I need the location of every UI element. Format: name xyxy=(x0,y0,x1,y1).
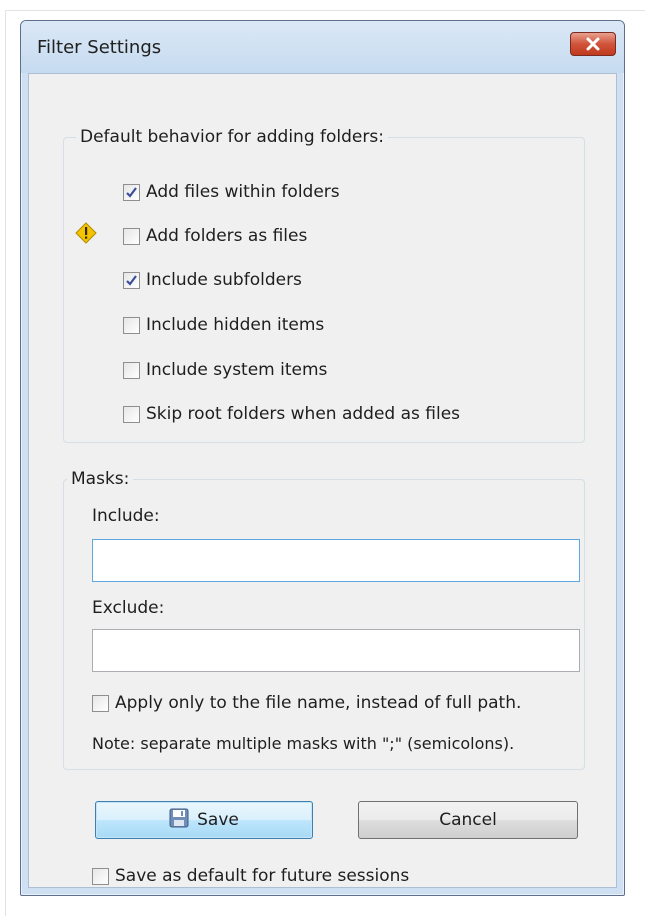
apply-to-file-name-option[interactable]: Apply only to the file name, instead of … xyxy=(92,691,521,715)
skip-root-folders-option[interactable]: Skip root folders when added as files xyxy=(123,402,460,426)
include-subfolders-label: Include subfolders xyxy=(146,270,302,290)
add-folders-as-files-checkbox[interactable] xyxy=(123,227,140,245)
add-folders-as-files-option[interactable]: Add folders as files xyxy=(123,224,307,248)
cancel-button-label: Cancel xyxy=(439,810,497,830)
save-as-default-checkbox[interactable] xyxy=(92,867,109,885)
checkmark-icon xyxy=(126,186,137,198)
save-button[interactable]: Save xyxy=(95,801,313,839)
save-button-label: Save xyxy=(197,810,239,830)
masks-note: Note: separate multiple masks with ";" (… xyxy=(92,734,515,753)
page-border-left xyxy=(5,10,6,916)
dialog-body: Default behavior for adding folders: Add… xyxy=(28,73,617,888)
cancel-button[interactable]: Cancel xyxy=(358,801,578,839)
include-system-items-checkbox[interactable] xyxy=(123,361,140,379)
window-title: Filter Settings xyxy=(37,37,162,58)
add-files-within-folders-checkbox[interactable] xyxy=(123,183,140,201)
include-subfolders-checkbox[interactable] xyxy=(123,271,140,289)
save-as-default-label: Save as default for future sessions xyxy=(115,866,410,886)
close-button[interactable] xyxy=(570,32,616,56)
add-files-within-folders-label: Add files within folders xyxy=(146,182,340,202)
skip-root-folders-label: Skip root folders when added as files xyxy=(146,404,461,424)
add-folders-as-files-label: Add folders as files xyxy=(146,226,308,246)
include-input[interactable] xyxy=(92,539,580,582)
apply-to-file-name-checkbox[interactable] xyxy=(92,694,109,712)
filter-settings-dialog: Filter Settings Default behavior for add… xyxy=(20,20,625,896)
include-system-items-option[interactable]: Include system items xyxy=(123,358,327,382)
skip-root-folders-checkbox[interactable] xyxy=(123,405,140,423)
checkmark-icon xyxy=(126,274,137,286)
floppy-disk-icon xyxy=(169,808,189,833)
include-subfolders-option[interactable]: Include subfolders xyxy=(123,268,302,292)
include-hidden-items-label: Include hidden items xyxy=(146,315,325,335)
include-label: Include: xyxy=(92,506,160,526)
include-hidden-items-checkbox[interactable] xyxy=(123,316,140,334)
title-bar[interactable]: Filter Settings xyxy=(21,21,624,73)
masks-group-legend: Masks: xyxy=(67,467,134,491)
apply-to-file-name-label: Apply only to the file name, instead of … xyxy=(115,693,522,713)
exclude-label: Exclude: xyxy=(92,598,165,618)
include-hidden-items-option[interactable]: Include hidden items xyxy=(123,313,324,337)
save-as-default-option[interactable]: Save as default for future sessions xyxy=(92,864,409,888)
behavior-group-legend: Default behavior for adding folders: xyxy=(76,125,388,149)
warning-icon xyxy=(75,222,97,244)
add-files-within-folders-option[interactable]: Add files within folders xyxy=(123,180,340,204)
page-border-top xyxy=(5,10,645,11)
include-system-items-label: Include system items xyxy=(146,360,328,380)
exclude-input[interactable] xyxy=(92,629,580,672)
close-icon xyxy=(586,37,600,51)
